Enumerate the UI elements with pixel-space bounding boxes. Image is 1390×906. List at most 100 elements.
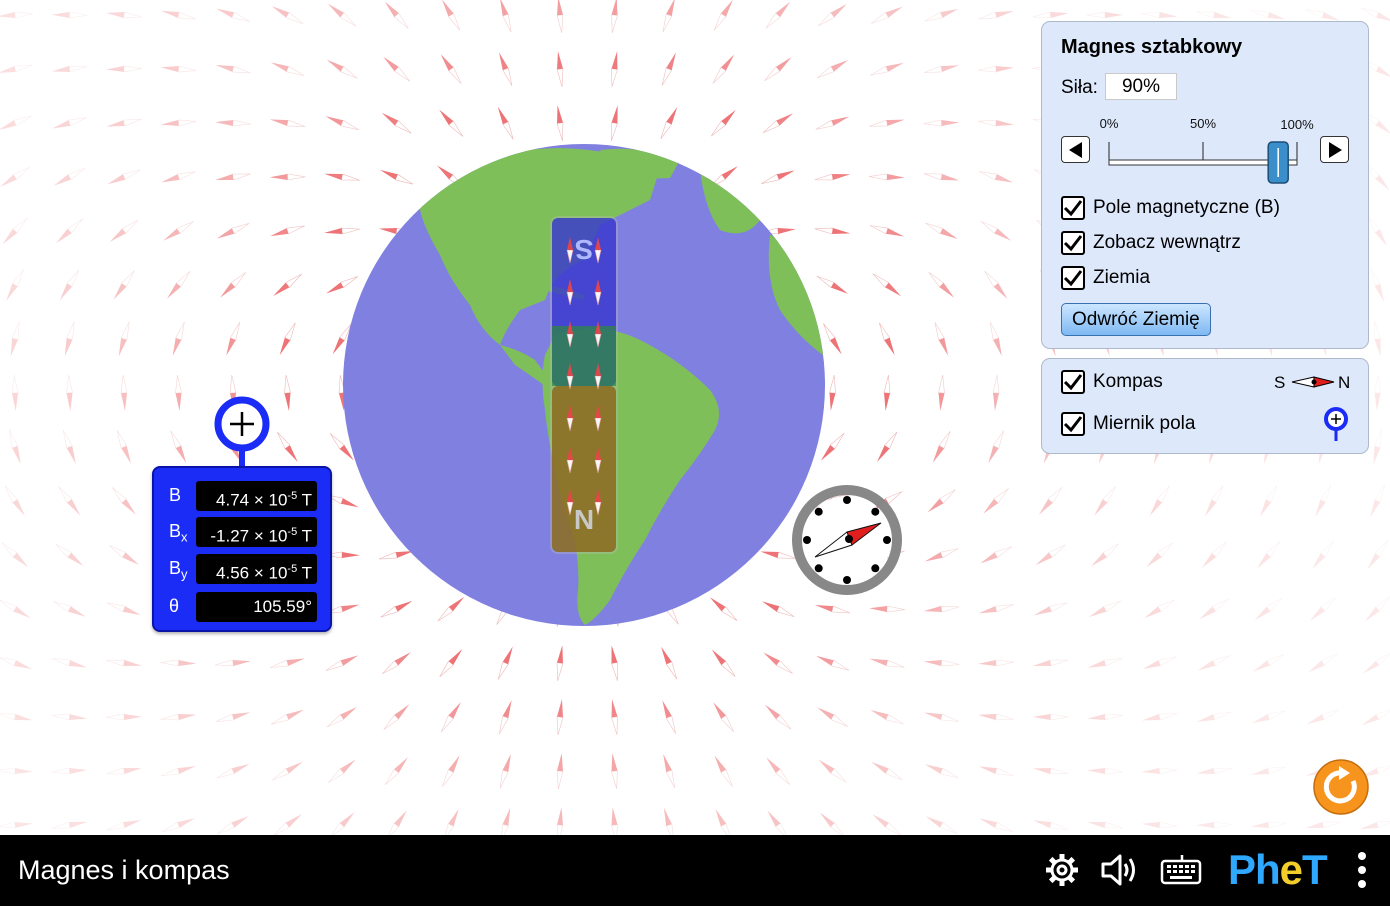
field-needle	[761, 170, 795, 184]
field-needle	[0, 821, 33, 829]
checkbox-earth[interactable]: Ziemia	[1061, 265, 1150, 291]
field-needle	[978, 11, 1014, 20]
field-needle	[663, 753, 676, 789]
field-needle	[440, 54, 462, 84]
field-needle	[271, 6, 304, 25]
field-needle	[1141, 821, 1178, 829]
field-needle	[175, 374, 182, 411]
bar-magnet[interactable]: S N	[550, 216, 618, 554]
field-needle	[923, 659, 960, 667]
reset-all-button[interactable]	[1312, 758, 1370, 816]
field-meter-probe-icon[interactable]	[1322, 405, 1350, 443]
field-needle	[381, 112, 412, 134]
checkmark-icon	[1063, 416, 1083, 433]
field-needle	[383, 56, 410, 82]
compass-tool[interactable]	[792, 485, 902, 595]
field-needle	[816, 275, 849, 294]
field-needle	[1367, 215, 1388, 247]
checkbox-compass[interactable]: Kompas	[1061, 369, 1163, 395]
field-needle	[818, 759, 847, 783]
field-needle	[611, 51, 618, 87]
field-needle	[1032, 767, 1069, 775]
field-needle	[53, 167, 86, 186]
checkmark-icon	[1063, 270, 1083, 287]
field-needle	[384, 757, 408, 786]
checkbox-magnetic-field[interactable]: Pole magnetyczne (B)	[1061, 195, 1280, 221]
field-needle	[1144, 599, 1176, 619]
field-needle	[161, 171, 196, 183]
checkbox-see-inside[interactable]: Zobacz wewnątrz	[1061, 230, 1241, 256]
field-needle	[497, 106, 514, 140]
field-needle	[51, 65, 88, 73]
field-needle	[1087, 767, 1124, 775]
compass-dial-dot	[814, 507, 823, 516]
play-area: S N B 4.74 × 10-5 T Bx -1.27 × 10-5 T By…	[0, 0, 1390, 835]
field-needle	[611, 105, 618, 141]
field-meter-probe[interactable]	[214, 396, 270, 468]
field-needle	[556, 645, 564, 681]
checkbox-box[interactable]	[1061, 412, 1085, 436]
checkbox-box[interactable]	[1061, 196, 1085, 220]
field-needle	[1141, 767, 1178, 775]
field-needle	[383, 704, 410, 730]
strength-decrease-button[interactable]	[1061, 136, 1090, 163]
strength-slider[interactable]	[1102, 134, 1312, 186]
flip-earth-button[interactable]: Odwróć Ziemię	[1061, 303, 1211, 336]
checkmark-icon	[1063, 235, 1083, 252]
field-needle	[923, 173, 960, 181]
field-needle	[1307, 653, 1339, 673]
checkbox-box[interactable]	[1061, 370, 1085, 394]
field-needle	[216, 8, 250, 22]
field-needle	[62, 429, 76, 464]
magnet-control-panel: Magnes sztabkowy Siła: 90% 0% 50% 100% P…	[1041, 21, 1369, 349]
field-needle	[871, 761, 903, 781]
field-meter-readout[interactable]: B 4.74 × 10-5 T Bx -1.27 × 10-5 T By 4.5…	[152, 466, 332, 632]
meter-value-by: 4.56 × 10-5 T	[196, 554, 317, 584]
field-needle	[0, 64, 33, 74]
field-needle	[611, 645, 618, 681]
field-needle	[51, 658, 87, 668]
meter-value-theta: 105.59°	[196, 592, 317, 622]
field-needle	[1087, 713, 1123, 721]
field-needle	[611, 753, 618, 789]
field-needle	[1374, 321, 1381, 357]
field-needle	[714, 755, 733, 787]
field-needle	[556, 807, 564, 835]
checkbox-box[interactable]	[1061, 231, 1085, 255]
field-needle	[106, 119, 142, 127]
panel-title: Magnes sztabkowy	[1061, 36, 1243, 58]
field-needle	[1033, 820, 1068, 831]
checkbox-field-meter[interactable]: Miernik pola	[1061, 411, 1195, 437]
meter-row-bx: Bx -1.27 × 10-5 T	[154, 517, 334, 547]
gear-icon[interactable]	[1044, 852, 1080, 888]
speaker-icon[interactable]	[1100, 852, 1140, 888]
field-needle	[932, 431, 951, 463]
field-needle	[439, 649, 463, 678]
field-needle	[271, 761, 303, 781]
field-needle	[160, 659, 197, 667]
compass-needle-icon[interactable]	[1290, 373, 1336, 391]
field-needle	[1315, 484, 1332, 518]
field-needle	[1035, 544, 1066, 566]
vertical-dots-icon[interactable]	[1354, 851, 1370, 891]
field-needle	[1254, 597, 1283, 621]
keyboard-icon[interactable]	[1160, 855, 1202, 885]
checkbox-label: Miernik pola	[1093, 413, 1196, 434]
field-needle	[1, 542, 29, 568]
strength-increase-button[interactable]	[1320, 136, 1349, 163]
field-needle	[1086, 11, 1123, 19]
tick-label-0: 0%	[1099, 116, 1119, 131]
field-needle	[215, 659, 251, 667]
phet-logo[interactable]: PheT	[1228, 846, 1328, 894]
checkbox-box[interactable]	[1061, 266, 1085, 290]
field-needle	[556, 753, 564, 789]
field-needle	[326, 59, 358, 79]
navigation-bar: Magnes i kompas PheT	[0, 835, 1390, 906]
field-needle	[762, 113, 794, 134]
field-needle	[1032, 659, 1069, 667]
field-needle	[1142, 656, 1177, 670]
field-needle	[661, 646, 678, 680]
field-needle	[1196, 711, 1232, 722]
field-needle	[983, 488, 1009, 514]
field-needle	[66, 374, 73, 411]
